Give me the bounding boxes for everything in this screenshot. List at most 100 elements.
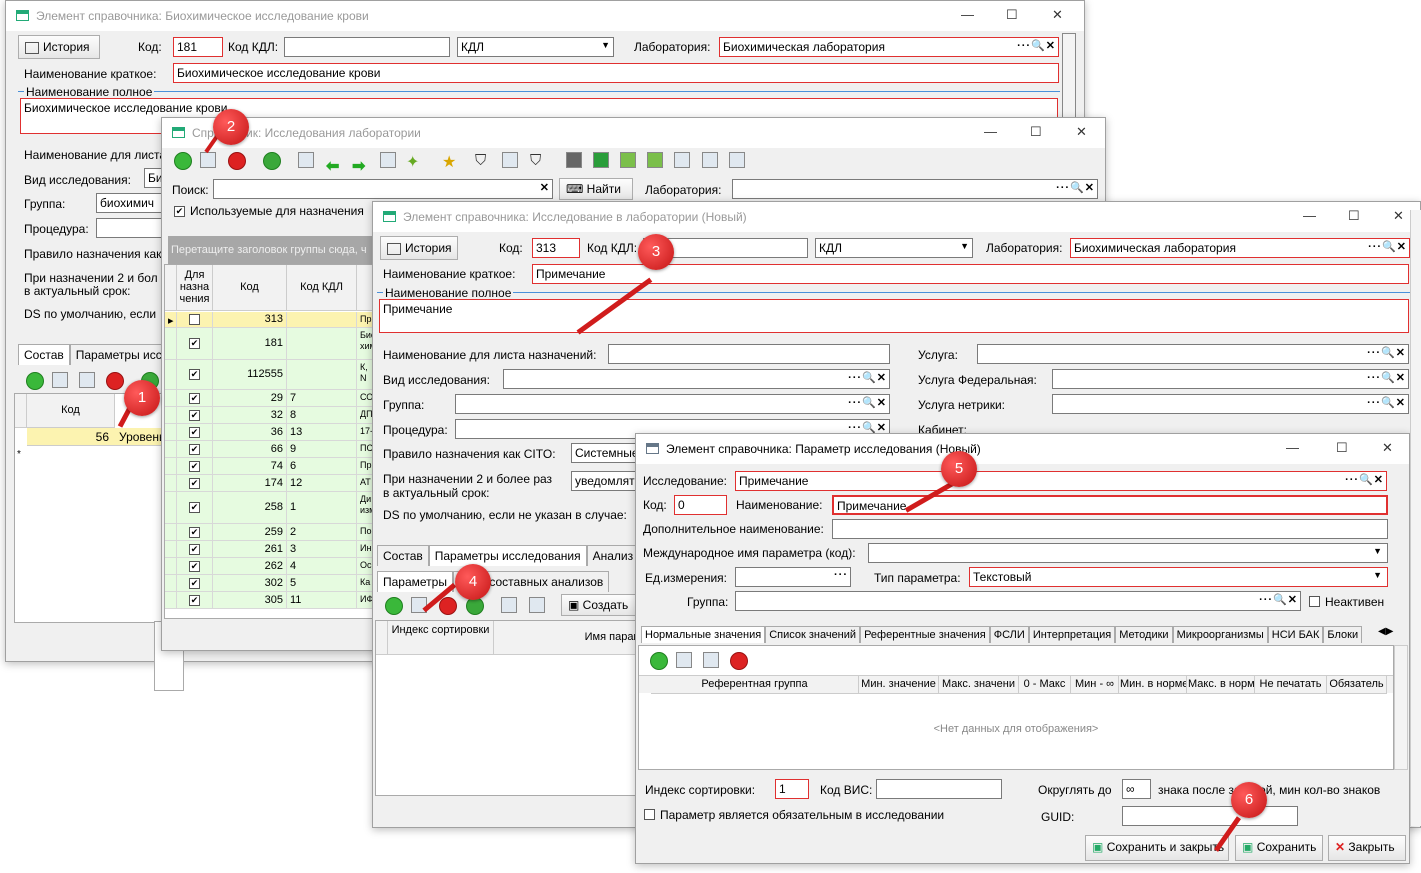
- assign-checkbox[interactable]: ✔: [189, 409, 200, 421]
- tab-8[interactable]: Блоки: [1323, 626, 1363, 643]
- tab-3[interactable]: ФСЛИ: [989, 626, 1029, 643]
- table-row[interactable]: ✔ 262 4 Ос: [165, 558, 375, 575]
- find-button[interactable]: ⌨ Найти: [559, 178, 633, 200]
- assign-checkbox[interactable]: ✔: [189, 392, 200, 404]
- copy-icon[interactable]: [298, 152, 314, 168]
- columns-icon[interactable]: [729, 152, 745, 168]
- save-close-button[interactable]: ▣ Сохранить и закрыть: [1085, 835, 1229, 861]
- col-for-assignment[interactable]: Для назна чения: [177, 265, 213, 311]
- edit-icon[interactable]: [52, 372, 68, 388]
- maximize-button[interactable]: ☐: [1348, 208, 1360, 224]
- excel-icon[interactable]: [593, 152, 609, 168]
- col-kdl-code[interactable]: Код КДЛ: [287, 265, 357, 311]
- lab-field[interactable]: Биохимическая лаборатория ···🔍✕: [719, 37, 1059, 57]
- kdl-field[interactable]: [284, 37, 450, 57]
- maximize-button[interactable]: ☐: [1030, 124, 1042, 140]
- print-icon[interactable]: [566, 152, 582, 168]
- scrollbar[interactable]: [1394, 645, 1408, 770]
- code-field[interactable]: 181: [173, 37, 223, 57]
- assign-checkbox[interactable]: ✔: [189, 477, 200, 489]
- assign-checkbox[interactable]: ✔: [189, 560, 200, 572]
- save-icon[interactable]: [703, 652, 719, 668]
- delete-icon[interactable]: [439, 597, 457, 615]
- col-code[interactable]: Код: [213, 265, 287, 311]
- assign-checkbox[interactable]: ✔: [189, 543, 200, 555]
- close-form-button[interactable]: ✕ Закрыть: [1328, 835, 1406, 861]
- table-row[interactable]: ✔ 29 7 СО: [165, 390, 375, 407]
- tab-1[interactable]: Список значений: [765, 626, 861, 643]
- sort-clear-icon[interactable]: [529, 597, 545, 613]
- table-row[interactable]: ✔ 32 8 ДП: [165, 407, 375, 424]
- when2-field[interactable]: уведомлят: [571, 471, 641, 491]
- assign-checkbox[interactable]: ✔: [189, 369, 200, 380]
- short-name-field[interactable]: Биохимическое исследование крови: [173, 63, 1059, 83]
- delete-icon[interactable]: [106, 372, 124, 390]
- tab-5[interactable]: Методики: [1115, 626, 1173, 643]
- sort-icon[interactable]: [501, 597, 517, 613]
- tab-composition[interactable]: Состав: [377, 545, 429, 566]
- service-field[interactable]: ···🔍✕: [977, 344, 1409, 364]
- history-button[interactable]: История: [18, 35, 100, 59]
- close-button[interactable]: ✕: [1382, 440, 1393, 456]
- kind-field[interactable]: ···🔍✕: [503, 369, 890, 389]
- edit-icon[interactable]: [676, 652, 692, 668]
- table-row[interactable]: ✔ 258 1 Ди изм: [165, 492, 375, 524]
- col-sort-index[interactable]: Индекс сортировки: [388, 621, 494, 655]
- tab-6[interactable]: Микроорганизмы: [1172, 626, 1268, 643]
- arrow-right-icon[interactable]: ➡: [352, 156, 365, 176]
- round-field[interactable]: ∞: [1122, 779, 1151, 799]
- assign-checkbox[interactable]: ✔: [189, 443, 200, 455]
- minimize-button[interactable]: —: [984, 124, 997, 139]
- maximize-button[interactable]: ☐: [1006, 7, 1018, 23]
- service-fed-field[interactable]: ···🔍✕: [1052, 369, 1409, 389]
- delete-icon[interactable]: [730, 652, 748, 670]
- guid-field[interactable]: [1122, 806, 1298, 826]
- study-field[interactable]: Примечание ···🔍✕: [735, 471, 1387, 491]
- lab-field[interactable]: Биохимическая лаборатория ···🔍✕: [1070, 238, 1410, 258]
- sort-index-stepper[interactable]: 1: [775, 779, 809, 799]
- table-row[interactable]: ✔ 74 6 Пр: [165, 458, 375, 475]
- table-row[interactable]: ✔ 259 2 По: [165, 524, 375, 541]
- col-header[interactable]: Обязатель: [1327, 676, 1387, 694]
- tab-study-params[interactable]: Параметры исследования: [428, 545, 587, 566]
- favorite-icon[interactable]: ★: [442, 152, 456, 172]
- unit-field[interactable]: ···: [735, 567, 851, 587]
- full-name-field[interactable]: Примечание: [379, 299, 1409, 333]
- table-row[interactable]: ✔ 181 Био хим: [165, 328, 375, 360]
- intl-name-select[interactable]: ▼: [868, 543, 1388, 563]
- tab-0[interactable]: Нормальные значения: [641, 626, 766, 643]
- table-row[interactable]: ✔ 302 5 Ка: [165, 575, 375, 592]
- tab-params[interactable]: Параметры исс: [69, 344, 168, 365]
- assign-checkbox[interactable]: ✔: [189, 338, 200, 349]
- tab-parameters[interactable]: Параметры: [377, 571, 453, 592]
- table-row[interactable]: ✔ 174 12 АТ: [165, 475, 375, 492]
- group-field[interactable]: ···🔍✕: [735, 591, 1301, 611]
- save-icon[interactable]: [79, 372, 95, 388]
- export-icon[interactable]: [620, 152, 636, 168]
- type-select[interactable]: Текстовый ▼: [969, 567, 1388, 587]
- col-header[interactable]: Макс. в норме: [1187, 676, 1255, 694]
- table-row[interactable]: ✔ 305 11 ИФ: [165, 592, 375, 609]
- code-field[interactable]: 0: [674, 495, 727, 515]
- add-icon[interactable]: [26, 372, 44, 390]
- col-header[interactable]: Макс. значени: [939, 676, 1019, 694]
- col-code[interactable]: Код: [27, 394, 115, 428]
- assign-checkbox[interactable]: ✔: [189, 577, 200, 589]
- scrollbar-edge[interactable]: [1410, 210, 1421, 826]
- tab-scroll-arrows[interactable]: ◀▶: [1378, 626, 1393, 637]
- col-param-name[interactable]: Имя парам: [494, 621, 640, 655]
- close-button[interactable]: ✕: [1076, 124, 1087, 140]
- assign-checkbox[interactable]: ✔: [189, 594, 200, 606]
- col-header[interactable]: 0 - Макс: [1019, 676, 1071, 694]
- table-row[interactable]: ▸ 313 При: [165, 312, 375, 328]
- col-header[interactable]: Референтная группа: [651, 676, 859, 694]
- add-icon[interactable]: [385, 597, 403, 615]
- star-add-icon[interactable]: ✦: [406, 152, 419, 172]
- vis-code-field[interactable]: [876, 779, 1002, 799]
- delete-icon[interactable]: [228, 152, 246, 170]
- col-header[interactable]: Не печатать: [1255, 676, 1327, 694]
- code-field[interactable]: 313: [532, 238, 580, 258]
- col-header[interactable]: Мин - ∞: [1071, 676, 1119, 694]
- edit-icon[interactable]: [200, 152, 216, 168]
- lab-field[interactable]: ···🔍✕: [732, 179, 1098, 199]
